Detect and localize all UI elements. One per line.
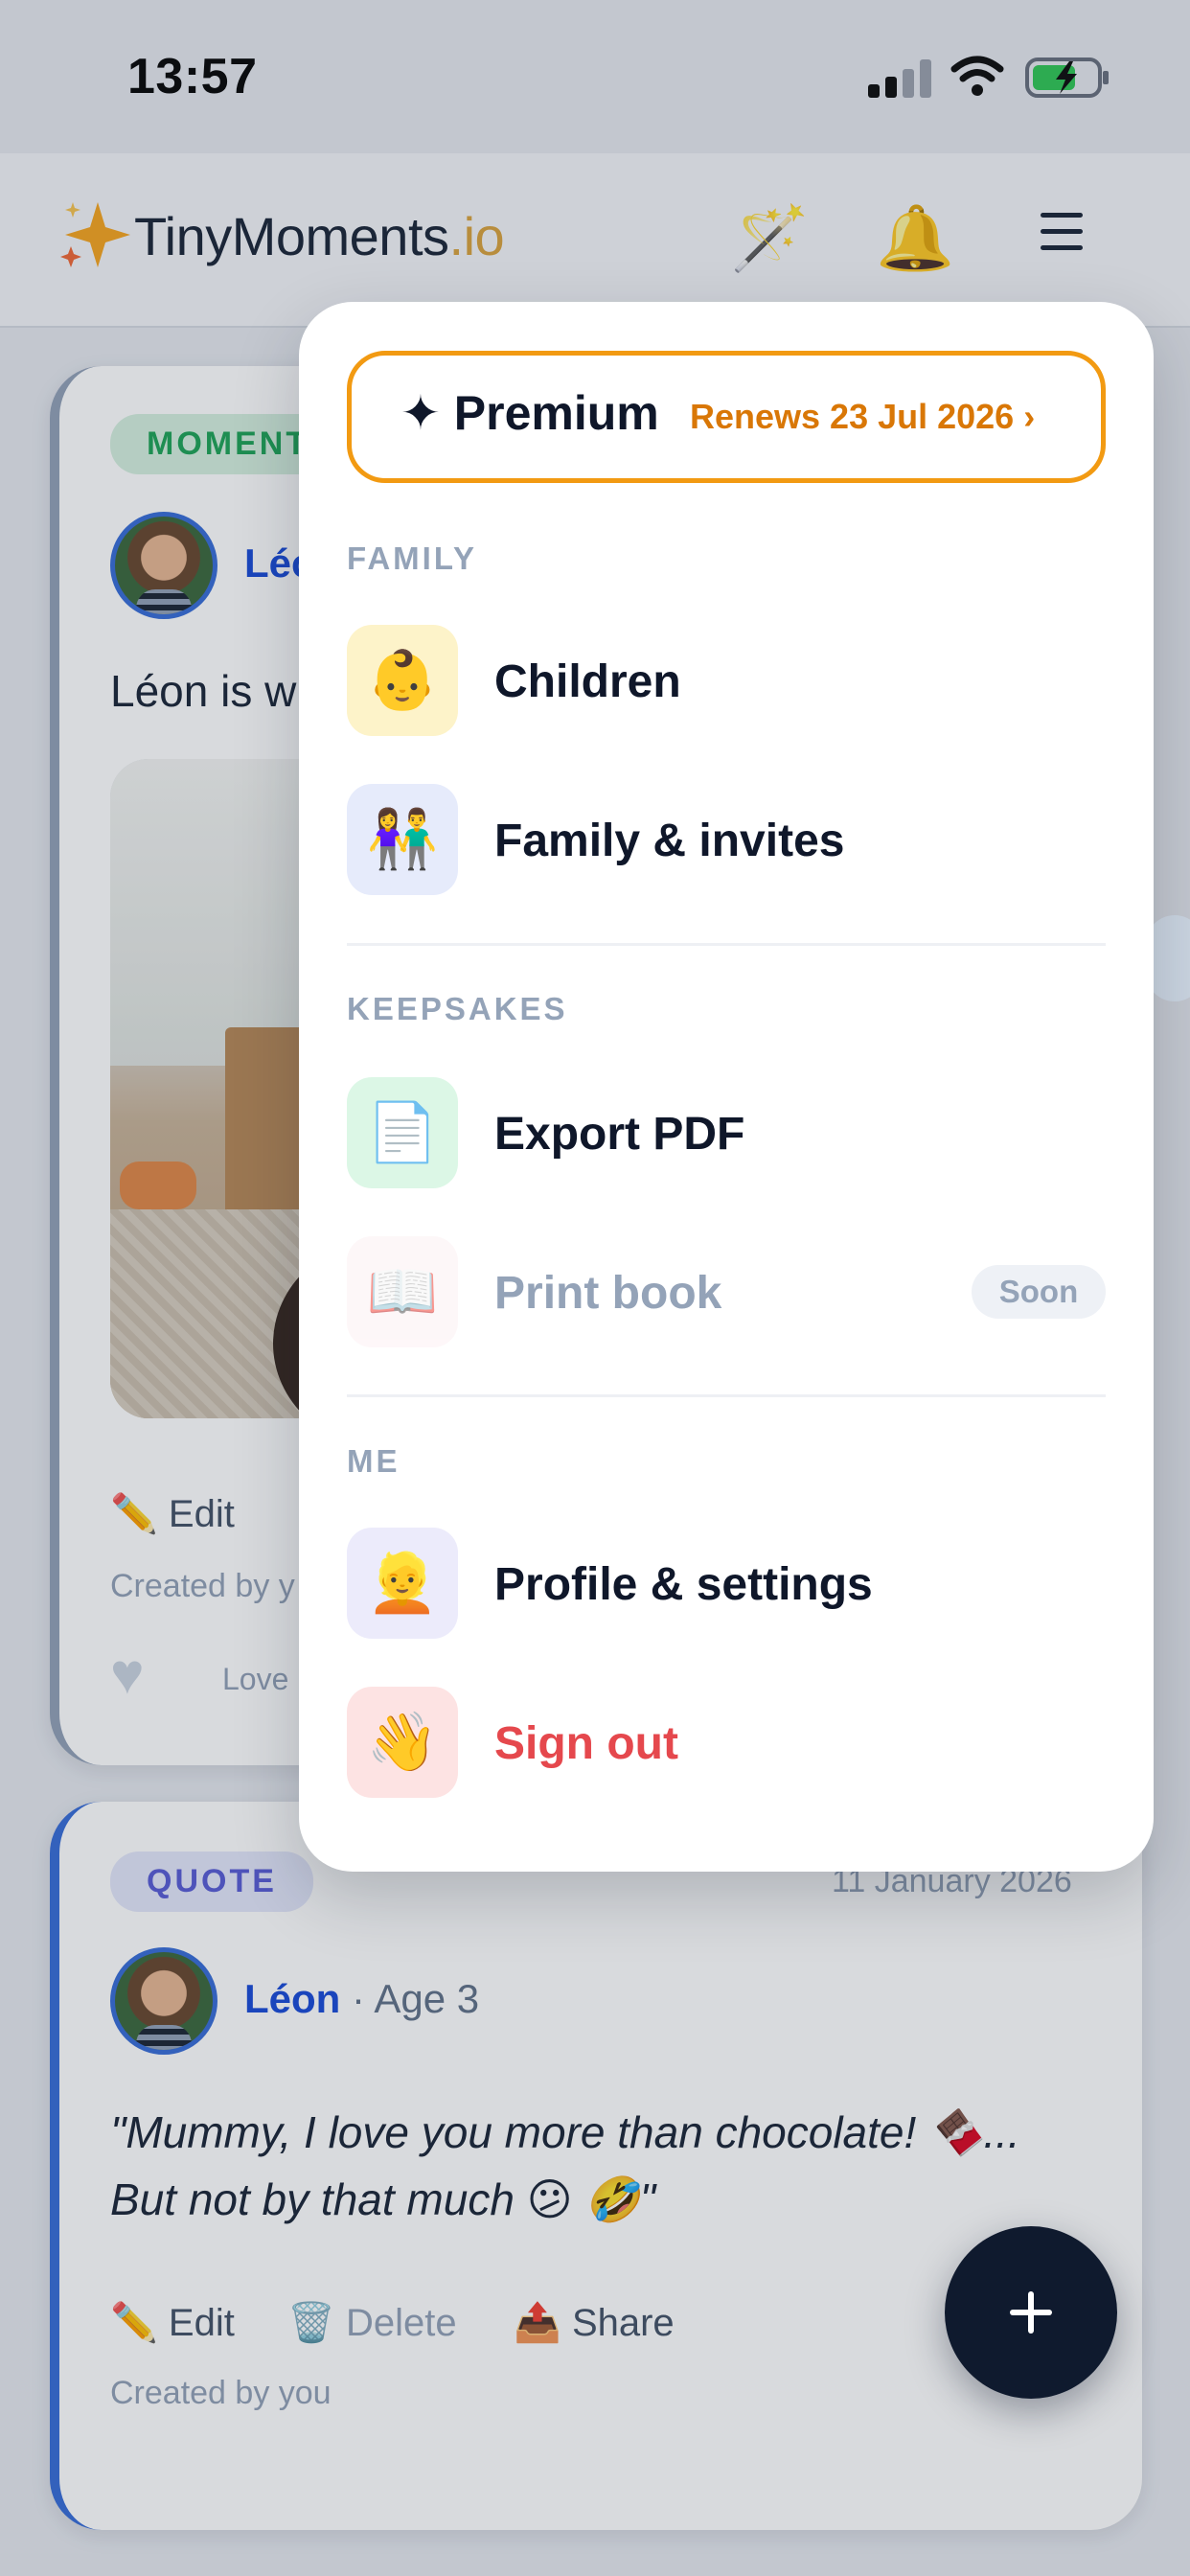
waving-hand-icon: 👋 [347,1687,458,1798]
plus-icon-vertical [1028,2291,1034,2334]
premium-renewal[interactable]: Renews 23 Jul 2026 › [690,397,1035,437]
menu-item-sign-out[interactable]: Sign out [494,1717,678,1770]
menu-item-print-book: Print book [494,1268,722,1319]
menu-item-export-pdf[interactable]: Export PDF [494,1108,744,1161]
premium-label: ✦ Premium [400,386,659,440]
add-moment-button[interactable] [945,2226,1117,2399]
baby-icon: 👶 [347,625,458,736]
section-me: ME [347,1443,400,1479]
section-family: FAMILY [347,540,477,576]
person-icon: 👱 [347,1528,458,1639]
soon-badge: Soon [972,1265,1106,1319]
menu-item-family-invites[interactable]: Family & invites [494,815,844,867]
premium-title: Premium [453,386,659,440]
menu-item-children[interactable]: Children [494,656,681,708]
section-keepsakes: KEEPSAKES [347,991,568,1026]
menu-divider [347,943,1106,946]
open-book-icon: 📖 [347,1236,458,1347]
document-icon: 📄 [347,1077,458,1188]
menu-divider [347,1394,1106,1397]
couple-icon: 👫 [347,784,458,895]
menu-item-profile-settings[interactable]: Profile & settings [494,1558,873,1611]
